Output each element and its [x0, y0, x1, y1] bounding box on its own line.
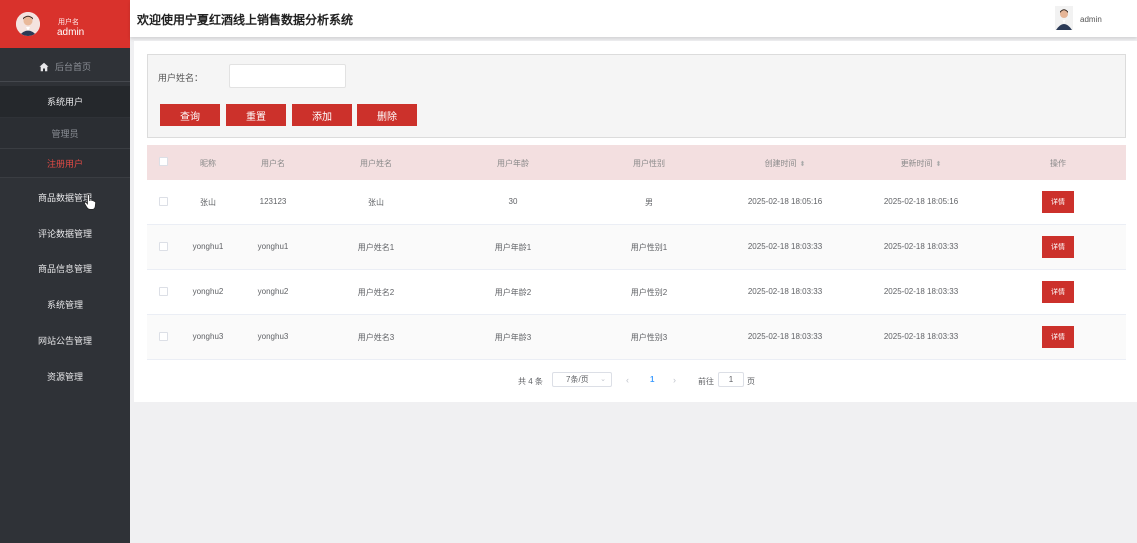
- sidebar-item-label: 系统管理: [46, 299, 83, 310]
- column-header-gender: 用户性别: [633, 159, 665, 168]
- cell-nickname: yonghu1: [192, 242, 224, 251]
- pagination-total: 共 4 条: [518, 377, 543, 386]
- top-user-name[interactable]: admin: [1080, 15, 1102, 24]
- sidebar-item-label: 评论数据管理: [37, 228, 92, 239]
- sidebar-item-label: 资源管理: [46, 371, 83, 382]
- sidebar-item-label: 注册用户: [46, 158, 83, 169]
- sidebar-group-system-users[interactable]: 系统用户: [0, 86, 130, 117]
- table-row: [147, 180, 1126, 225]
- cell-nickname: yonghu2: [192, 287, 224, 296]
- column-header-username: 用户名: [261, 159, 285, 168]
- cell-realname: 用户姓名1: [357, 243, 395, 252]
- sidebar-item-label: 管理员: [51, 128, 79, 139]
- column-header-age: 用户年龄: [497, 159, 529, 168]
- sort-icon[interactable]: ⬍: [800, 160, 806, 168]
- column-header-created[interactable]: 创建时间 ⬍: [765, 158, 806, 169]
- column-header-actions: 操作: [1050, 159, 1066, 168]
- cell-gender: 男: [645, 198, 653, 207]
- cell-nickname: yonghu3: [192, 332, 224, 341]
- reset-button[interactable]: 重置: [226, 104, 286, 126]
- sidebar-item-product-info[interactable]: 商品信息管理: [0, 253, 130, 283]
- row-checkbox[interactable]: [159, 242, 168, 251]
- hand-cursor-icon: [84, 194, 96, 210]
- cell-created: 2025-02-18 18:05:16: [747, 197, 823, 206]
- cell-username: yonghu3: [257, 332, 289, 341]
- cell-username: yonghu1: [257, 242, 289, 251]
- prev-page-button[interactable]: ‹: [626, 375, 629, 385]
- page-size-value: 7条/页: [566, 375, 589, 384]
- home-icon: [39, 62, 49, 71]
- sidebar-item-admin[interactable]: 管理员: [0, 118, 130, 148]
- select-all-checkbox[interactable]: [159, 157, 168, 166]
- page-title: 欢迎使用宁夏红酒线上销售数据分析系统: [137, 13, 354, 27]
- cell-age: 用户年龄3: [494, 333, 532, 342]
- cell-age: 用户年龄1: [494, 243, 532, 252]
- cell-gender: 用户性别3: [630, 333, 668, 342]
- search-label: 用户姓名：: [158, 73, 204, 83]
- sidebar-item-label: 商品信息管理: [37, 263, 92, 274]
- add-button[interactable]: 添加: [292, 104, 352, 126]
- cell-updated: 2025-02-18 18:03:33: [883, 287, 959, 296]
- sidebar: 用户名 admin 后台首页 系统用户 管理员 注册用户 商品数据管理 评论数据…: [0, 0, 130, 543]
- cell-created: 2025-02-18 18:03:33: [747, 287, 823, 296]
- sidebar-user-name: admin: [57, 27, 85, 38]
- sidebar-user-header: 用户名 admin: [0, 0, 130, 48]
- chevron-down-icon: ⌄: [600, 376, 606, 383]
- top-header: 欢迎使用宁夏红酒线上销售数据分析系统 admin: [130, 0, 1137, 37]
- page-size-select[interactable]: 7条/页 ⌄: [552, 372, 612, 387]
- detail-button[interactable]: 详情: [1042, 326, 1074, 348]
- cell-username: yonghu2: [257, 287, 289, 296]
- delete-button[interactable]: 删除: [357, 104, 417, 126]
- sidebar-item-registered-users[interactable]: 注册用户: [0, 148, 130, 178]
- row-checkbox[interactable]: [159, 287, 168, 296]
- cell-created: 2025-02-18 18:03:33: [747, 242, 823, 251]
- search-name-input[interactable]: [229, 64, 346, 88]
- cell-updated: 2025-02-18 18:03:33: [883, 242, 959, 251]
- sidebar-item-home[interactable]: 后台首页: [0, 52, 130, 82]
- sidebar-item-announcements[interactable]: 网站公告管理: [0, 325, 130, 355]
- goto-suffix: 页: [747, 377, 755, 386]
- sidebar-item-system[interactable]: 系统管理: [0, 289, 130, 319]
- column-header-realname: 用户姓名: [360, 159, 392, 168]
- sidebar-item-label: 网站公告管理: [37, 335, 92, 346]
- row-checkbox[interactable]: [159, 197, 168, 206]
- column-header-label: 创建时间: [764, 159, 797, 168]
- cell-realname: 用户姓名3: [357, 333, 395, 342]
- detail-button[interactable]: 详情: [1042, 236, 1074, 258]
- top-avatar[interactable]: [1055, 6, 1073, 30]
- cell-gender: 用户性别2: [630, 288, 668, 297]
- goto-page-input[interactable]: 1: [718, 372, 744, 387]
- cell-updated: 2025-02-18 18:05:16: [883, 197, 959, 206]
- column-header-label: 更新时间: [900, 159, 933, 168]
- column-header-nickname: 昵称: [200, 159, 216, 168]
- user-avatar-icon: [16, 12, 40, 36]
- cell-updated: 2025-02-18 18:03:33: [883, 332, 959, 341]
- cell-created: 2025-02-18 18:03:33: [747, 332, 823, 341]
- page-number-current[interactable]: 1: [650, 375, 654, 384]
- sort-icon[interactable]: ⬍: [936, 160, 942, 168]
- next-page-button[interactable]: ›: [673, 375, 676, 385]
- cell-gender: 用户性别1: [630, 243, 668, 252]
- goto-label: 前往: [698, 377, 714, 386]
- column-header-updated[interactable]: 更新时间 ⬍: [901, 158, 942, 169]
- sidebar-item-resources[interactable]: 资源管理: [0, 361, 130, 391]
- sidebar-item-label: 系统用户: [46, 97, 83, 107]
- cell-age: 用户年龄2: [494, 288, 532, 297]
- detail-button[interactable]: 详情: [1042, 281, 1074, 303]
- user-avatar-icon: [1055, 6, 1073, 30]
- sidebar-item-product-data[interactable]: 商品数据管理: [0, 182, 130, 212]
- sidebar-user-label: 用户名: [58, 19, 79, 26]
- cell-nickname: 张山: [200, 198, 216, 207]
- detail-button[interactable]: 详情: [1042, 191, 1074, 213]
- row-checkbox[interactable]: [159, 332, 168, 341]
- query-button[interactable]: 查询: [160, 104, 220, 126]
- sidebar-item-label: 后台首页: [54, 62, 91, 72]
- sidebar-item-comment-data[interactable]: 评论数据管理: [0, 218, 130, 248]
- cell-realname: 用户姓名2: [357, 288, 395, 297]
- cell-username: 123123: [259, 197, 287, 206]
- cell-realname: 张山: [368, 198, 384, 207]
- avatar[interactable]: [16, 12, 40, 36]
- cell-age: 30: [508, 197, 518, 206]
